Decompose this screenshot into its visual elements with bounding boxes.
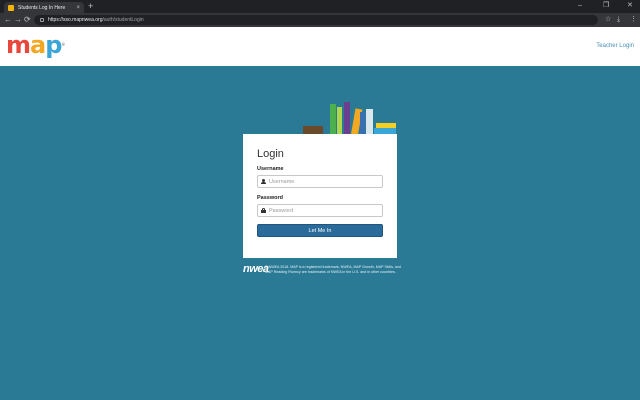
tab-title: Students Log In Here bbox=[18, 4, 66, 11]
logo-letter-a: a bbox=[30, 31, 46, 59]
book bbox=[366, 109, 373, 134]
address-bar[interactable]: https://sso.mapnwea.org /auth/studentLog… bbox=[34, 15, 598, 25]
browser-toolbar: ← → ⟳ https://sso.mapnwea.org /auth/stud… bbox=[0, 13, 640, 27]
copyright-text: © NWEA 2018. MAP is a registered tradema… bbox=[265, 265, 401, 274]
username-label: Username bbox=[257, 166, 284, 172]
logo-letter-p: p bbox=[45, 31, 62, 59]
menu-icon[interactable]: ⋮ bbox=[630, 15, 637, 25]
books-illustration bbox=[300, 102, 400, 136]
url-host: https://sso.mapnwea.org bbox=[48, 17, 103, 23]
lock-icon bbox=[40, 18, 44, 22]
user-icon bbox=[261, 179, 266, 184]
tab-close-icon[interactable]: × bbox=[76, 5, 80, 11]
favicon-icon bbox=[8, 4, 14, 11]
password-input[interactable] bbox=[269, 207, 379, 214]
reload-icon[interactable]: ⟳ bbox=[24, 15, 31, 25]
book bbox=[344, 102, 350, 134]
minimize-icon[interactable]: – bbox=[578, 1, 582, 11]
logo-letter-m: m bbox=[6, 31, 31, 59]
book bbox=[303, 126, 323, 134]
username-input[interactable] bbox=[269, 178, 379, 185]
page-header: map® Teacher Login bbox=[0, 27, 640, 66]
download-icon[interactable]: ⤓ bbox=[617, 15, 620, 25]
password-label: Password bbox=[257, 195, 283, 201]
map-logo[interactable]: map® bbox=[6, 31, 65, 59]
back-icon[interactable]: ← bbox=[4, 15, 12, 25]
book bbox=[337, 107, 342, 134]
logo-trademark: ® bbox=[61, 42, 65, 47]
password-field[interactable] bbox=[257, 204, 383, 217]
restore-icon[interactable]: ❐ bbox=[603, 1, 609, 11]
username-field[interactable] bbox=[257, 175, 383, 188]
book bbox=[330, 104, 336, 134]
teacher-login-link[interactable]: Teacher Login bbox=[596, 43, 634, 49]
footer: nwea © NWEA 2018. MAP is a registered tr… bbox=[243, 263, 403, 283]
bookmark-star-icon[interactable]: ☆ bbox=[605, 15, 611, 25]
window-close-icon[interactable]: ✕ bbox=[627, 1, 633, 11]
login-card: Login Username Password Let Me In bbox=[243, 134, 397, 258]
new-tab-button[interactable]: + bbox=[88, 1, 93, 11]
url-path: /auth/studentLogin bbox=[102, 17, 144, 23]
browser-tab[interactable]: Students Log In Here × bbox=[4, 2, 84, 13]
book bbox=[376, 123, 396, 128]
login-button[interactable]: Let Me In bbox=[257, 224, 383, 237]
forward-icon[interactable]: → bbox=[14, 15, 22, 25]
book bbox=[360, 112, 365, 134]
browser-tab-bar: Students Log In Here × + – ❐ ✕ bbox=[0, 0, 640, 13]
login-title: Login bbox=[257, 148, 284, 160]
lock-icon bbox=[261, 208, 266, 213]
